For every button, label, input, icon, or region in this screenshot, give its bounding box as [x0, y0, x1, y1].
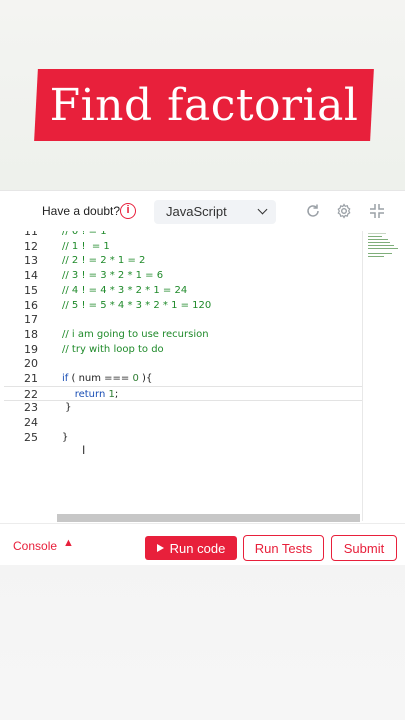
chevron-down-icon — [257, 204, 268, 215]
code-token: // 1 ! = 1 — [62, 240, 110, 252]
code-text: // 5 ! = 5 * 4 * 3 * 2 * 1 = 120 — [62, 298, 211, 313]
code-line[interactable]: 18 // i am going to use recursion — [4, 327, 362, 342]
code-editor-panel: Have a doubt? i JavaScript 11// 0 ! = 11… — [0, 190, 405, 565]
code-token: // 5 ! = 5 * 4 * 3 * 2 * 1 = 120 — [62, 299, 212, 311]
submit-label: Submit — [343, 540, 385, 556]
run-tests-label: Run Tests — [254, 540, 313, 556]
reset-icon[interactable] — [305, 203, 321, 219]
code-token: // try with loop to do — [62, 343, 164, 355]
code-editor[interactable]: 11// 0 ! = 1 12// 1 ! = 1 13// 2 ! = 2 * 1… — [4, 231, 362, 521]
run-code-button[interactable]: Run code — [145, 536, 237, 560]
code-token: ( num === — [68, 373, 133, 384]
line-number: 15 — [24, 283, 38, 297]
code-token: // 4 ! = 4 * 3 * 2 * 1 = 24 — [62, 284, 188, 296]
editor-toolbar: Have a doubt? i JavaScript — [0, 191, 405, 231]
code-line[interactable]: 24 — [4, 415, 362, 430]
code-token: } — [62, 402, 72, 414]
code-line[interactable]: 12 // 1 ! = 1 — [4, 239, 362, 254]
code-line[interactable]: 20 — [4, 356, 362, 371]
code-token: // 0 ! = 1 — [62, 231, 107, 237]
line-number: 23 — [24, 401, 38, 415]
submit-button[interactable]: Submit — [331, 535, 397, 561]
code-text: // 2 ! = 2 * 1 = 2 — [62, 253, 145, 268]
code-text: // 4 ! = 4 * 3 * 2 * 1 = 24 — [62, 283, 187, 298]
run-tests-button[interactable]: Run Tests — [243, 535, 324, 561]
code-token: // 3 ! = 3 * 2 * 1 = 6 — [62, 270, 164, 282]
code-token: ; — [114, 388, 119, 400]
run-code-label: Run code — [169, 540, 226, 556]
page-title: Find factorial — [49, 79, 359, 131]
line-number: 17 — [24, 313, 38, 327]
code-line[interactable]: 22 return 1; — [4, 385, 362, 401]
code-line[interactable]: 13 // 2 ! = 2 * 1 = 2 — [4, 253, 362, 268]
text-cursor-icon: I — [82, 443, 86, 457]
code-text: // 1 ! = 1 — [62, 239, 110, 254]
code-text: // 3 ! = 3 * 2 * 1 = 6 — [62, 268, 163, 283]
code-token: } — [62, 431, 69, 443]
line-number: 14 — [24, 269, 38, 283]
code-text: } — [62, 430, 68, 445]
code-line[interactable]: 16 // 5 ! = 5 * 4 * 3 * 2 * 1 = 120 — [4, 298, 362, 313]
code-text: } — [62, 400, 72, 415]
code-line[interactable]: 19 // try with loop to do — [4, 342, 362, 357]
line-number: 16 — [24, 298, 38, 312]
editor-divider — [362, 231, 363, 521]
line-number: 21 — [24, 372, 38, 385]
line-number: 20 — [24, 357, 38, 371]
info-icon[interactable]: i — [120, 203, 136, 219]
code-line[interactable]: 25} — [4, 430, 362, 445]
line-number: 24 — [24, 416, 38, 430]
collapse-icon[interactable] — [369, 203, 385, 219]
code-token: // 2 ! = 2 * 1 = 2 — [62, 255, 146, 267]
code-text: // i am going to use recursion — [62, 327, 209, 342]
horizontal-scrollbar[interactable] — [57, 514, 360, 522]
have-a-doubt-label[interactable]: Have a doubt? — [42, 204, 120, 218]
code-text: if ( num === 0 ){ — [62, 371, 152, 386]
chevron-up-icon[interactable]: ▲ — [63, 537, 74, 549]
code-line[interactable]: 21 if ( num === 0 ){ — [4, 371, 362, 386]
line-number: 13 — [24, 254, 38, 268]
console-toggle-button[interactable]: Console — [13, 539, 57, 553]
code-text: // try with loop to do — [62, 342, 164, 357]
language-select[interactable]: JavaScript — [154, 200, 276, 224]
code-token: ){ — [138, 373, 153, 384]
code-line[interactable]: 14 // 3 ! = 3 * 2 * 1 = 6 — [4, 268, 362, 283]
play-icon — [156, 544, 164, 552]
code-line[interactable]: 15 // 4 ! = 4 * 3 * 2 * 1 = 24 — [4, 283, 362, 298]
code-token: // i am going to use recursion — [62, 328, 209, 340]
code-line[interactable]: 23 } — [4, 400, 362, 415]
editor-footer: Console ▲ Run code Run Tests Submit — [0, 523, 405, 565]
line-number: 25 — [24, 430, 38, 444]
line-number: 12 — [24, 239, 38, 253]
line-number: 19 — [24, 342, 38, 356]
settings-icon[interactable] — [336, 203, 352, 219]
code-token: return — [74, 388, 106, 400]
line-number: 18 — [24, 327, 38, 341]
code-line[interactable]: 17 — [4, 312, 362, 327]
minimap[interactable] — [366, 231, 402, 261]
language-select-value: JavaScript — [166, 204, 227, 219]
